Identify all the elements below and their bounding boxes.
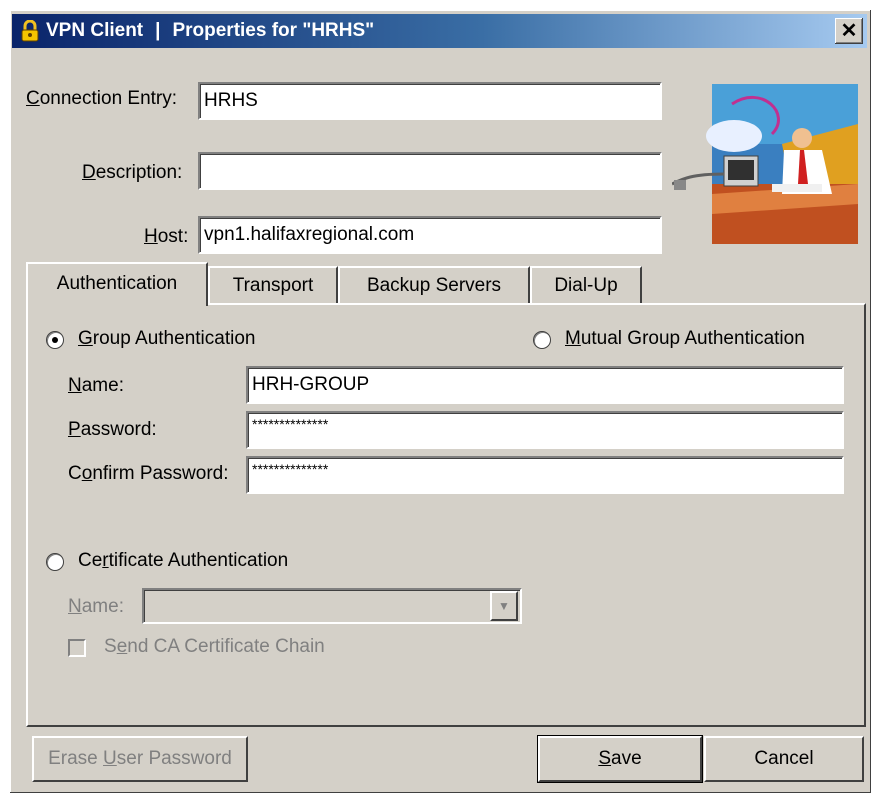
close-icon: ✕ (840, 20, 858, 42)
lock-icon (21, 20, 39, 42)
connection-entry-input[interactable]: HRHS (198, 82, 662, 120)
tab-transport[interactable]: Transport (208, 266, 338, 304)
mutual-group-authentication-radio[interactable] (533, 331, 551, 349)
group-name-label: Name: (68, 375, 124, 396)
password-input[interactable]: ************** (246, 411, 844, 449)
host-label: Host: (144, 226, 189, 247)
certificate-name-label: Name: (68, 596, 124, 617)
certificate-authentication-label[interactable]: Certificate Authentication (78, 550, 288, 572)
tab-dial-up[interactable]: Dial-Up (530, 266, 642, 304)
tab-backup-servers[interactable]: Backup Servers (338, 266, 530, 304)
title-bar: VPN Client | Properties for "HRHS" (12, 14, 867, 48)
send-ca-certificate-label[interactable]: Send CA Certificate Chain (104, 636, 325, 658)
description-input[interactable] (198, 152, 662, 190)
host-input[interactable]: vpn1.halifaxregional.com (198, 216, 662, 254)
password-label: Password: (68, 419, 157, 440)
group-authentication-label[interactable]: Group Authentication (78, 328, 255, 350)
radio-selected-dot (52, 337, 58, 343)
erase-user-password-button[interactable]: Erase User Password (32, 736, 248, 782)
title-text: Properties for "HRHS" (172, 20, 375, 41)
save-button[interactable]: Save (537, 735, 703, 783)
certificate-name-select[interactable] (142, 588, 522, 624)
tab-authentication[interactable]: Authentication (26, 262, 208, 306)
title-separator: | (155, 20, 161, 41)
window-title: VPN Client | Properties for "HRHS" (46, 14, 374, 48)
chevron-down-icon[interactable]: ▼ (490, 591, 518, 621)
title-app-name: VPN Client (46, 20, 144, 41)
certificate-authentication-radio[interactable] (46, 553, 64, 571)
confirm-password-label: Confirm Password: (68, 463, 229, 484)
group-name-input[interactable]: HRH-GROUP (246, 366, 844, 404)
group-authentication-radio[interactable] (46, 331, 64, 349)
confirm-password-input[interactable]: ************** (246, 456, 844, 494)
mutual-group-authentication-label[interactable]: Mutual Group Authentication (565, 328, 805, 350)
close-button[interactable]: ✕ (835, 18, 863, 44)
cancel-button[interactable]: Cancel (704, 736, 864, 782)
send-ca-certificate-checkbox[interactable] (68, 639, 86, 657)
connection-entry-label: Connection Entry: (26, 88, 178, 109)
network-user-illustration (672, 84, 858, 244)
description-label: Description: (82, 162, 183, 183)
